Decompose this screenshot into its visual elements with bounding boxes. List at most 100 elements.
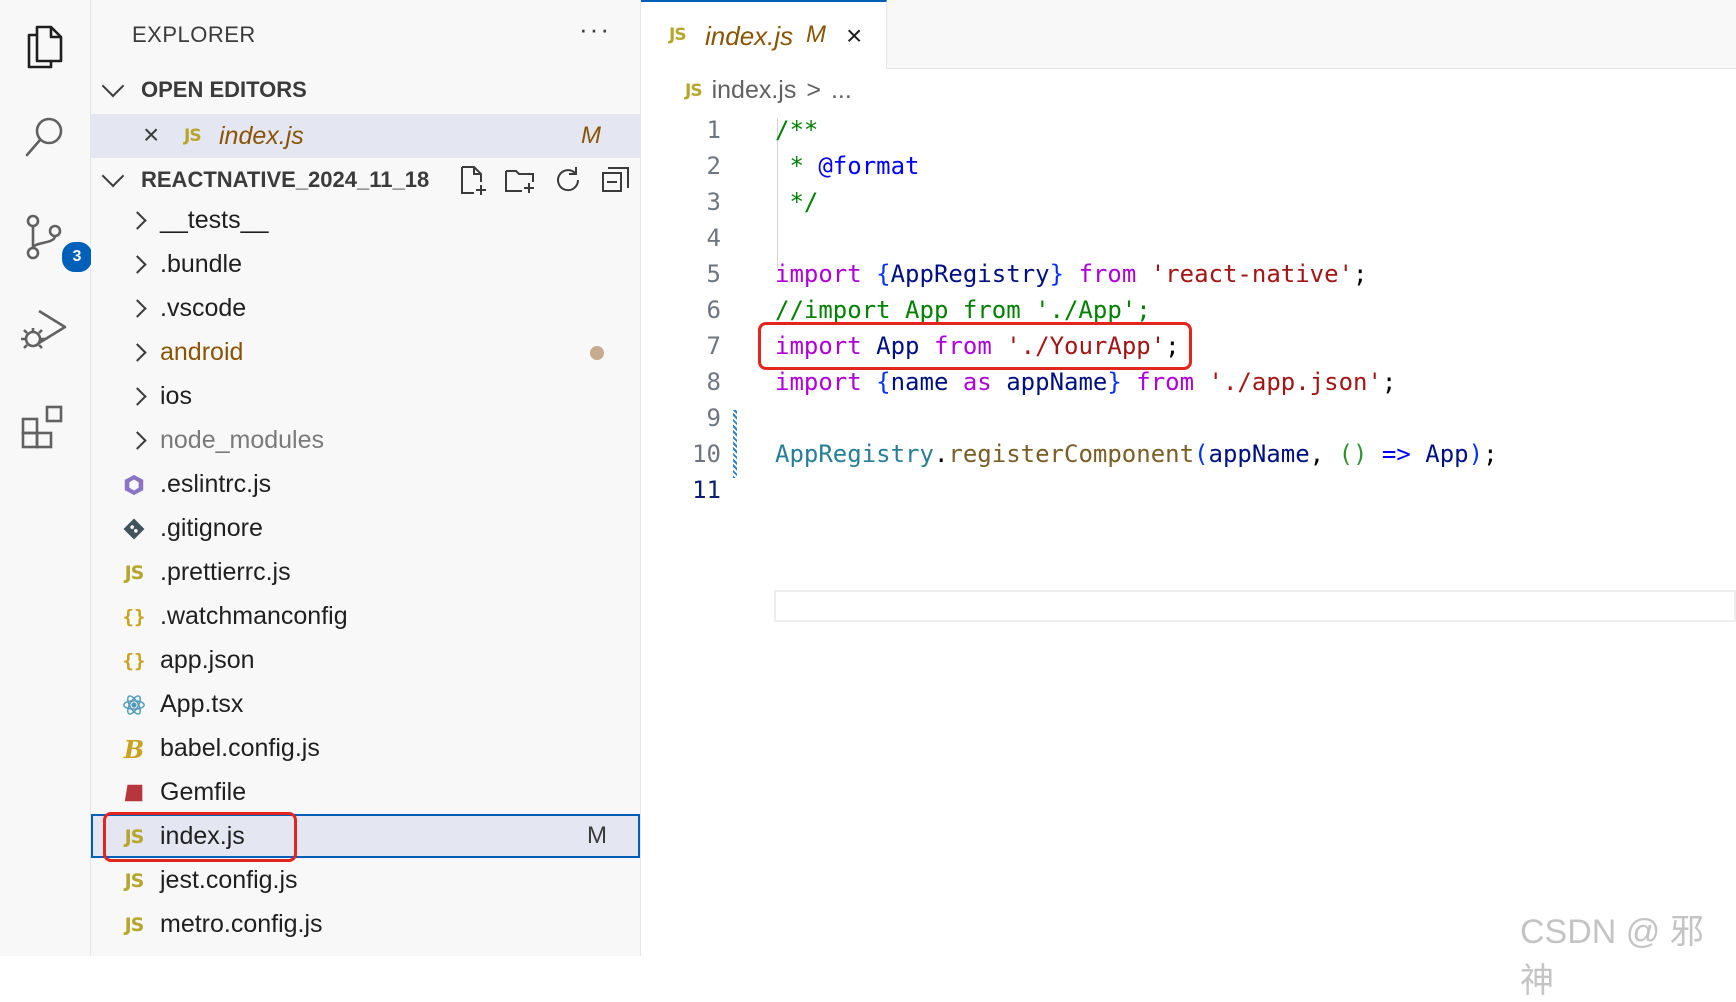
file-name: Gemfile bbox=[160, 778, 247, 806]
chevron-right-icon bbox=[128, 343, 147, 362]
code-line: 9 bbox=[641, 402, 1736, 438]
code-token: } bbox=[1049, 260, 1065, 288]
babel-icon: B bbox=[123, 734, 145, 764]
code-line: 4 bbox=[641, 222, 1736, 258]
file-item[interactable]: JS .prettierrc.js bbox=[91, 550, 640, 594]
folder-item[interactable]: .bundle bbox=[91, 242, 640, 286]
new-folder-icon[interactable] bbox=[503, 163, 537, 197]
code-token: from bbox=[1136, 368, 1195, 396]
chevron-right-icon bbox=[128, 387, 147, 406]
breadcrumb-file[interactable]: index.js bbox=[712, 76, 797, 105]
code-token: @format bbox=[818, 152, 920, 180]
json-icon: {} bbox=[122, 650, 146, 672]
line-number: 4 bbox=[706, 224, 721, 252]
close-icon[interactable]: × bbox=[143, 119, 159, 151]
file-name: jest.config.js bbox=[160, 866, 298, 894]
new-file-icon[interactable] bbox=[455, 163, 489, 197]
file-item[interactable]: JS jest.config.js bbox=[91, 858, 640, 902]
folder-name: ios bbox=[160, 382, 192, 410]
run-debug-icon[interactable] bbox=[18, 300, 72, 354]
code-token: as bbox=[962, 368, 992, 396]
folder-item[interactable]: .vscode bbox=[91, 286, 640, 330]
code-token: * bbox=[775, 152, 819, 180]
more-actions-button[interactable]: ··· bbox=[579, 14, 611, 45]
file-name: .eslintrc.js bbox=[160, 470, 272, 498]
eslint-icon bbox=[121, 472, 147, 498]
code-token: { bbox=[876, 260, 891, 288]
open-editors-header[interactable]: OPEN EDITORS bbox=[91, 68, 640, 112]
line-number: 3 bbox=[706, 188, 721, 216]
code-token: AppRegistry bbox=[890, 260, 1050, 288]
file-item[interactable]: B babel.config.js bbox=[91, 726, 640, 770]
tab-index-js[interactable]: JS index.js M × bbox=[641, 0, 887, 69]
refresh-icon[interactable] bbox=[551, 163, 585, 197]
search-icon[interactable] bbox=[18, 110, 72, 164]
file-item[interactable]: {} .watchmanconfig bbox=[91, 594, 640, 638]
activity-bar: 3 bbox=[0, 0, 94, 956]
source-control-icon[interactable]: 3 bbox=[18, 210, 94, 274]
file-name: metro.config.js bbox=[160, 910, 323, 938]
code-token: , bbox=[1309, 440, 1339, 468]
project-name: REACTNATIVE_2024_11_18 bbox=[141, 167, 430, 192]
modified-indicator: M bbox=[587, 822, 607, 849]
code-token: from bbox=[1078, 260, 1137, 288]
line-number: 6 bbox=[706, 296, 721, 324]
file-item[interactable]: {} app.json bbox=[91, 638, 640, 682]
breadcrumb-symbols[interactable]: ... bbox=[831, 76, 852, 105]
code-line: 11 bbox=[641, 474, 1736, 510]
chevron-down-icon bbox=[101, 164, 125, 188]
line-number: 11 bbox=[692, 476, 721, 504]
code-line: 3 */ bbox=[641, 186, 1736, 222]
current-line-highlight bbox=[774, 590, 1736, 622]
line-number: 10 bbox=[692, 440, 721, 468]
folder-name: android bbox=[160, 338, 244, 366]
extensions-icon[interactable] bbox=[18, 400, 72, 454]
code-line: 2 * @format bbox=[641, 150, 1736, 186]
code-token: name bbox=[890, 368, 949, 396]
modified-dot-icon bbox=[590, 346, 604, 360]
explorer-icon[interactable] bbox=[18, 20, 72, 74]
folder-item[interactable]: node_modules bbox=[91, 418, 640, 462]
code-token: ( bbox=[1194, 440, 1209, 468]
line-number: 7 bbox=[706, 332, 721, 360]
code-token: import bbox=[775, 368, 862, 396]
line-number: 5 bbox=[706, 260, 721, 288]
git-icon bbox=[121, 516, 147, 542]
code-token: appName bbox=[1006, 368, 1108, 396]
js-icon: JS bbox=[124, 870, 145, 892]
file-item[interactable]: App.tsx bbox=[91, 682, 640, 726]
modified-indicator: M bbox=[581, 122, 601, 149]
breadcrumb: JS index.js > ... bbox=[685, 76, 852, 105]
open-editor-item[interactable]: × JS index.js M bbox=[91, 114, 640, 158]
collapse-all-icon[interactable] bbox=[599, 163, 633, 197]
file-item[interactable]: Gemfile bbox=[91, 770, 640, 814]
close-icon[interactable]: × bbox=[846, 20, 862, 52]
chevron-right-icon bbox=[128, 211, 147, 230]
code-token: AppRegistry bbox=[775, 440, 934, 468]
folder-item[interactable]: android bbox=[91, 330, 640, 374]
react-icon bbox=[121, 692, 147, 718]
file-name: babel.config.js bbox=[160, 734, 320, 762]
file-item[interactable]: .eslintrc.js bbox=[91, 462, 640, 506]
tab-label: index.js bbox=[705, 21, 794, 51]
open-editor-name: index.js bbox=[219, 122, 304, 150]
chevron-right-icon: > bbox=[806, 76, 821, 104]
code-token: import bbox=[775, 260, 862, 288]
folder-item[interactable]: ios bbox=[91, 374, 640, 418]
line-number: 1 bbox=[706, 116, 721, 144]
chevron-right-icon bbox=[128, 299, 147, 318]
file-item[interactable]: JS metro.config.js bbox=[91, 902, 640, 946]
ruby-icon bbox=[121, 780, 147, 806]
editor-area: JS index.js M × JS index.js > ... 1 /** … bbox=[641, 0, 1736, 956]
code-line: 10 AppRegistry.registerComponent(appName… bbox=[641, 438, 1736, 474]
project-header[interactable]: REACTNATIVE_2024_11_18 bbox=[91, 158, 640, 202]
code-token: { bbox=[876, 368, 891, 396]
code-token: registerComponent bbox=[948, 440, 1195, 468]
highlight-box bbox=[758, 322, 1192, 370]
explorer-title: EXPLORER bbox=[132, 22, 256, 47]
code-token: /** bbox=[775, 116, 819, 144]
folder-item[interactable]: __tests__ bbox=[91, 198, 640, 242]
folder-name: node_modules bbox=[160, 426, 325, 454]
file-item[interactable]: .gitignore bbox=[91, 506, 640, 550]
code-token: */ bbox=[775, 188, 819, 216]
